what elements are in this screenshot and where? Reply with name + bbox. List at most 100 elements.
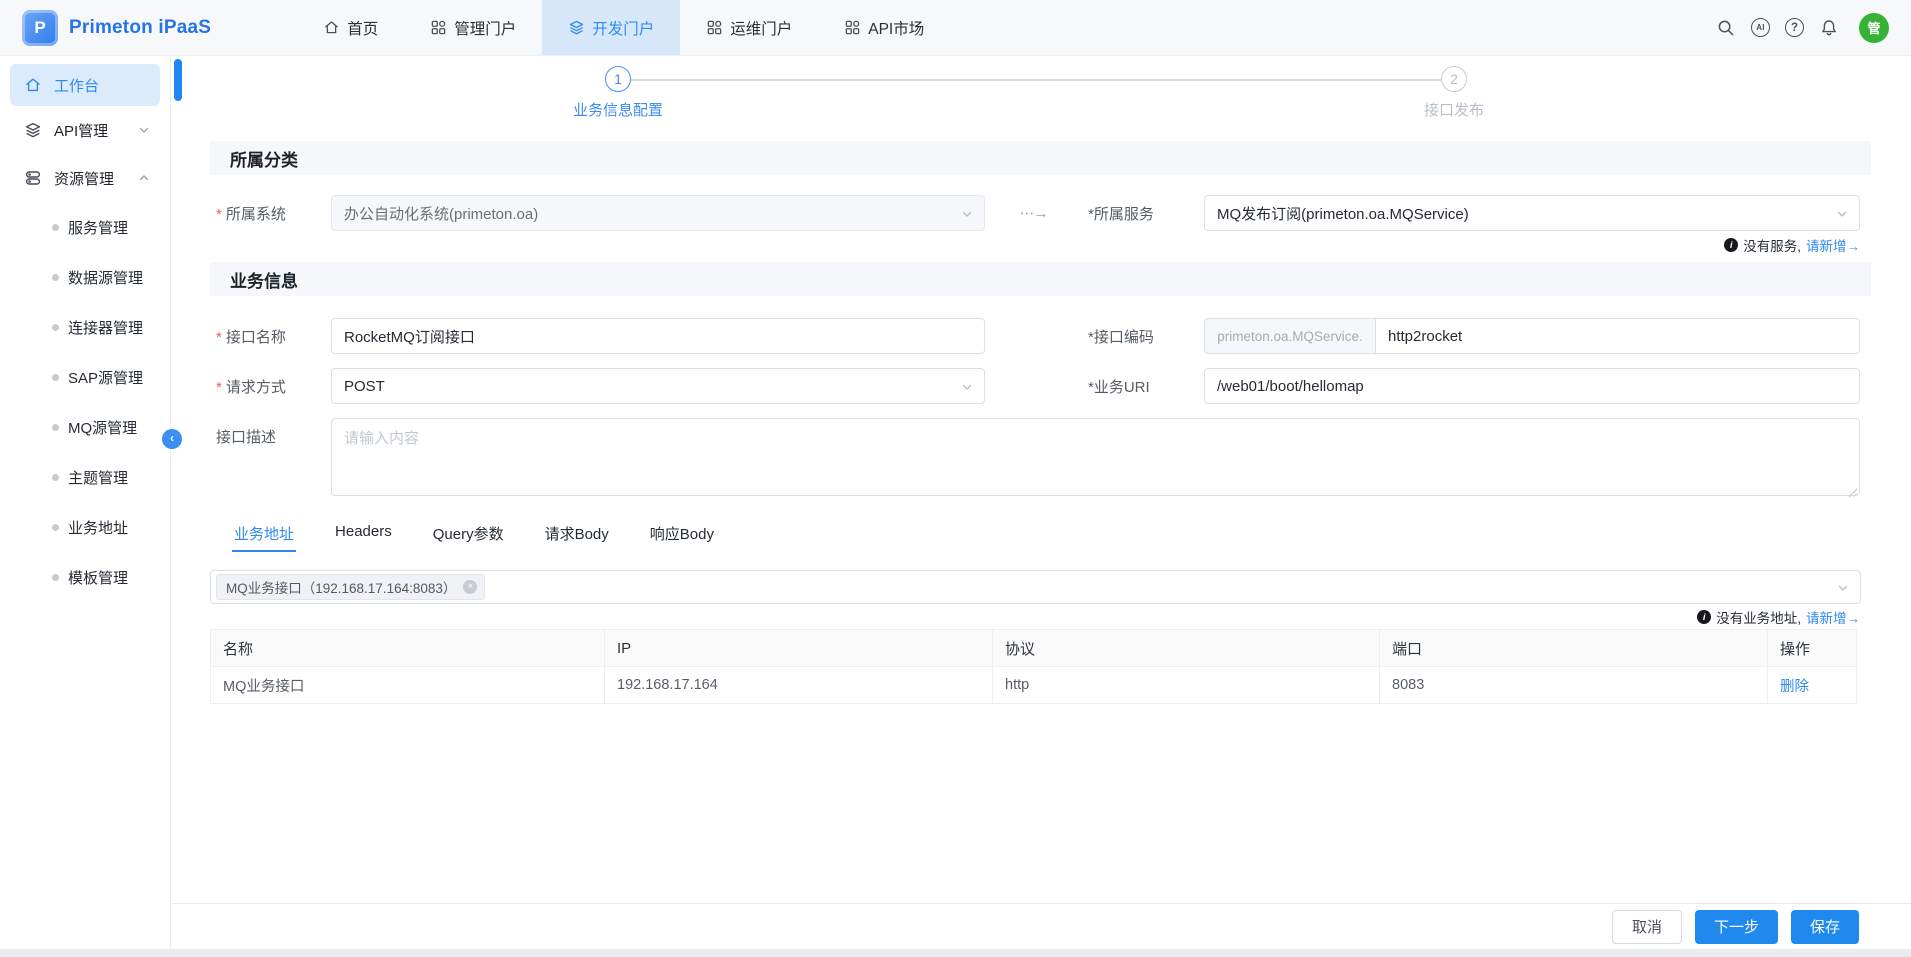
- nav-item-api-market[interactable]: API市场: [818, 0, 950, 55]
- search-icon[interactable]: [1716, 18, 1736, 38]
- service-hint: i 没有服务,请新增→: [210, 235, 1860, 255]
- address-tag-label: MQ业务接口（192.168.17.164:8083）: [226, 577, 456, 597]
- nav-item-label: 首页: [347, 17, 378, 39]
- cell-ip: 192.168.17.164: [605, 667, 993, 704]
- info-icon: i: [1697, 610, 1711, 624]
- col-header-name: 名称: [211, 630, 605, 667]
- nav-item-label: API市场: [868, 17, 924, 39]
- description-textarea[interactable]: [331, 418, 1860, 496]
- business-address-select[interactable]: MQ业务接口（192.168.17.164:8083） ×: [210, 570, 1861, 604]
- home-icon: [323, 19, 340, 36]
- description-textarea-wrap: [331, 418, 1860, 501]
- sidebar-item-workbench[interactable]: 工作台: [10, 64, 160, 106]
- tab-request-body[interactable]: 请求Body: [543, 523, 611, 552]
- field-label-description: 接口描述: [210, 418, 331, 447]
- address-table: 名称 IP 协议 端口 操作 MQ业务接口 192.168.17.164 htt…: [210, 629, 1857, 704]
- tab-query-params[interactable]: Query参数: [431, 523, 506, 552]
- top-navbar: P Primeton iPaaS 首页 管理门户 开发门户 运维门户 A: [0, 0, 1911, 56]
- col-header-protocol: 协议: [993, 630, 1380, 667]
- bullet-icon: [52, 274, 59, 281]
- interface-code-input[interactable]: [1376, 318, 1860, 354]
- nav-item-ops-portal[interactable]: 运维门户: [680, 0, 818, 55]
- tab-business-address[interactable]: 业务地址: [232, 523, 296, 552]
- request-method-value: POST: [344, 378, 385, 395]
- ai-assistant-icon[interactable]: AI: [1751, 18, 1770, 37]
- sidebar-collapse-button[interactable]: ‹: [162, 429, 182, 449]
- sidebar-item-sap-source-management[interactable]: SAP源管理: [0, 352, 170, 402]
- request-method-select[interactable]: POST: [331, 368, 985, 404]
- save-button[interactable]: 保存: [1791, 910, 1859, 944]
- sidebar-item-service-management[interactable]: 服务管理: [0, 202, 170, 252]
- sidebar-item-api-management[interactable]: API管理: [0, 106, 170, 154]
- table-header-row: 名称 IP 协议 端口 操作: [211, 630, 1857, 667]
- primary-nav: 首页 管理门户 开发门户 运维门户 API市场: [297, 0, 950, 55]
- sidebar-item-mq-source-management[interactable]: MQ源管理: [0, 402, 170, 452]
- app-window: P Primeton iPaaS 首页 管理门户 开发门户 运维门户 A: [0, 0, 1911, 949]
- help-icon[interactable]: ?: [1785, 18, 1804, 37]
- user-avatar[interactable]: 管: [1859, 13, 1889, 43]
- table-row: MQ业务接口 192.168.17.164 http 8083 删除: [211, 667, 1857, 704]
- business-uri-input[interactable]: [1204, 368, 1860, 404]
- nav-item-home[interactable]: 首页: [297, 0, 404, 55]
- step-2-label: 接口发布: [1384, 99, 1524, 120]
- interface-code-group: primeton.oa.MQService.: [1204, 318, 1860, 354]
- hint-text: 没有业务地址,: [1716, 607, 1801, 627]
- detail-tabs: 业务地址 Headers Query参数 请求Body 响应Body: [210, 523, 1871, 557]
- bullet-icon: [52, 574, 59, 581]
- sidebar-item-template-management[interactable]: 模板管理: [0, 552, 170, 602]
- nav-item-label: 开发门户: [592, 17, 654, 39]
- section-title-category: 所属分类: [210, 141, 1871, 175]
- sidebar-item-label: API管理: [54, 120, 108, 141]
- bullet-icon: [52, 374, 59, 381]
- cell-protocol: http: [993, 667, 1380, 704]
- next-step-button[interactable]: 下一步: [1695, 910, 1778, 944]
- step-1-circle: 1: [605, 66, 631, 92]
- address-hint: i 没有业务地址,请新增→: [210, 607, 1860, 627]
- section-title-business: 业务信息: [210, 262, 1871, 296]
- cell-port: 8083: [1380, 667, 1768, 704]
- sidebar-item-label: 业务地址: [68, 517, 128, 538]
- cancel-button[interactable]: 取消: [1612, 910, 1682, 944]
- add-address-link[interactable]: 请新增→: [1806, 607, 1860, 627]
- tag-close-icon[interactable]: ×: [463, 580, 477, 594]
- nav-item-label: 运维门户: [730, 17, 792, 39]
- sidebar-item-label: 资源管理: [54, 168, 114, 189]
- grid-icon: [844, 19, 861, 36]
- service-select[interactable]: MQ发布订阅(primeton.oa.MQService): [1204, 195, 1860, 231]
- navbar-actions: AI ? 管: [1716, 0, 1911, 55]
- interface-name-input[interactable]: [331, 318, 985, 354]
- sidebar-item-label: 工作台: [54, 75, 99, 96]
- tab-headers[interactable]: Headers: [333, 523, 394, 552]
- main-content: 1 业务信息配置 2 接口发布 所属分类 *所属系统 办公自动化系统(prime…: [172, 56, 1911, 949]
- bullet-icon: [52, 474, 59, 481]
- field-label-system: *所属系统: [210, 203, 331, 224]
- home-icon: [24, 76, 42, 94]
- system-select-value: 办公自动化系统(primeton.oa): [344, 203, 538, 224]
- nav-item-dev-portal[interactable]: 开发门户: [542, 0, 680, 55]
- bullet-icon: [52, 424, 59, 431]
- system-select[interactable]: 办公自动化系统(primeton.oa): [331, 195, 985, 231]
- chevron-down-icon: [960, 207, 974, 221]
- tab-response-body[interactable]: 响应Body: [648, 523, 716, 552]
- field-label-request-method: *请求方式: [210, 376, 331, 397]
- sidebar-item-resource-management[interactable]: 资源管理: [0, 154, 170, 202]
- delete-row-link[interactable]: 删除: [1780, 679, 1809, 695]
- app-logo-icon: P: [22, 10, 58, 46]
- add-service-link[interactable]: 请新增→: [1806, 235, 1860, 255]
- layers-icon: [568, 19, 585, 36]
- layers-icon: [24, 121, 42, 139]
- dashed-arrow-icon: ⋯→: [985, 204, 1082, 222]
- sidebar-item-connector-management[interactable]: 连接器管理: [0, 302, 170, 352]
- sidebar-item-topic-management[interactable]: 主题管理: [0, 452, 170, 502]
- bell-icon[interactable]: [1819, 18, 1839, 38]
- sidebar-item-business-address[interactable]: 业务地址: [0, 502, 170, 552]
- info-icon: i: [1724, 238, 1738, 252]
- col-header-ip: IP: [605, 630, 993, 667]
- cell-name: MQ业务接口: [211, 667, 605, 704]
- chevron-down-icon: [1835, 207, 1849, 221]
- chevron-up-icon: [138, 172, 150, 184]
- brand[interactable]: P Primeton iPaaS: [0, 0, 211, 55]
- field-label-interface-code: *接口编码: [1082, 326, 1204, 347]
- nav-item-admin-portal[interactable]: 管理门户: [404, 0, 542, 55]
- sidebar-item-datasource-management[interactable]: 数据源管理: [0, 252, 170, 302]
